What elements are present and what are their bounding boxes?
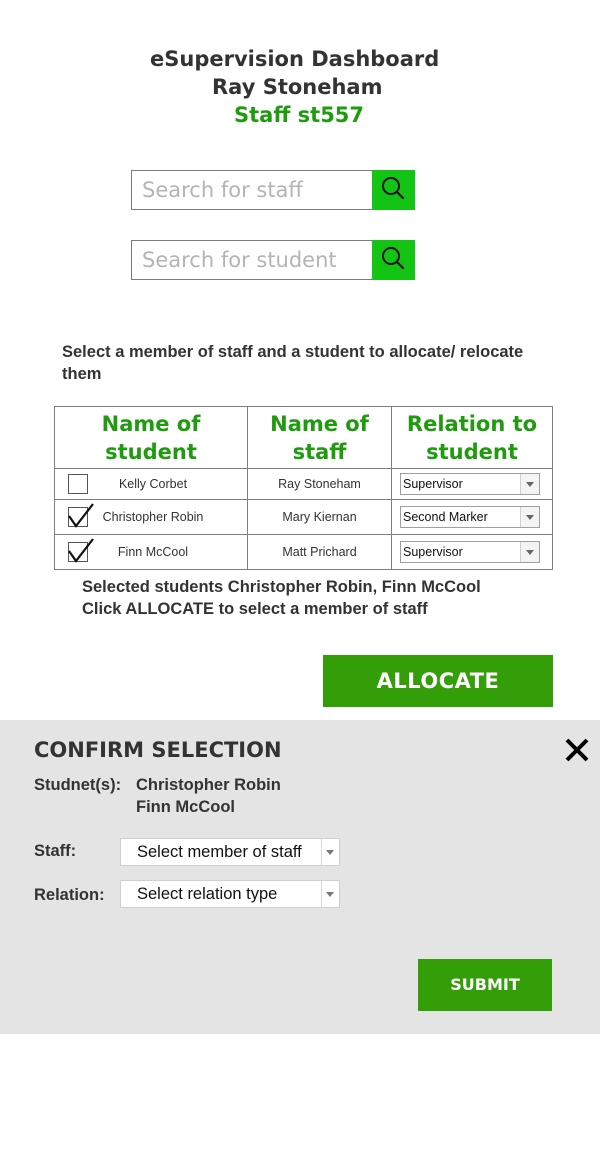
relation-value: Second Marker bbox=[403, 510, 488, 524]
dashboard-title: eSupervision Dashboard bbox=[150, 47, 440, 71]
relation-select[interactable]: Supervisor bbox=[400, 473, 540, 495]
search-icon bbox=[382, 177, 405, 200]
row-checkbox[interactable] bbox=[68, 474, 88, 494]
search-student-input[interactable] bbox=[132, 241, 372, 279]
staff-label: Staff: bbox=[34, 842, 77, 860]
search-staff-button[interactable] bbox=[372, 170, 415, 210]
relation-cell: Supervisor bbox=[391, 468, 553, 500]
staff-name: Matt Prichard bbox=[247, 534, 392, 570]
checkmark-icon bbox=[68, 538, 94, 563]
close-icon[interactable] bbox=[563, 736, 591, 764]
allocation-table: Name of student Name of staff Relation t… bbox=[54, 406, 553, 570]
row-checkbox[interactable] bbox=[68, 503, 94, 528]
table-row: Christopher Robin Mary Kiernan Second Ma… bbox=[54, 499, 553, 535]
chevron-down-icon bbox=[520, 542, 539, 562]
relation-select[interactable]: Supervisor bbox=[400, 541, 540, 563]
staff-id: Staff st557 bbox=[234, 103, 365, 127]
search-icon bbox=[382, 247, 405, 270]
student-cell: Finn McCool bbox=[54, 534, 248, 570]
checkmark-icon bbox=[68, 503, 94, 528]
confirm-title: CONFIRM SELECTION bbox=[34, 738, 282, 762]
search-staff-box bbox=[131, 170, 415, 210]
table-row: Kelly Corbet Ray Stoneham Supervisor bbox=[54, 468, 553, 500]
selected-student: Finn McCool bbox=[136, 798, 235, 816]
search-student-button[interactable] bbox=[372, 240, 415, 280]
confirm-panel: CONFIRM SELECTION Studnet(s): Christophe… bbox=[0, 720, 600, 1034]
allocate-hint-text: Click ALLOCATE to select a member of sta… bbox=[82, 600, 428, 618]
search-student-box bbox=[131, 240, 415, 280]
student-cell: Christopher Robin bbox=[54, 499, 248, 535]
relation-value: Supervisor bbox=[403, 477, 463, 491]
header-staff: Name of staff bbox=[247, 406, 392, 469]
students-label: Studnet(s): bbox=[34, 776, 122, 794]
relation-value: Supervisor bbox=[403, 545, 463, 559]
staff-name: Mary Kiernan bbox=[247, 499, 392, 535]
allocate-button[interactable]: ALLOCATE bbox=[323, 655, 553, 707]
staff-name: Ray Stoneham bbox=[247, 468, 392, 500]
relation-type-select[interactable]: Select relation type bbox=[120, 880, 340, 908]
student-cell: Kelly Corbet bbox=[54, 468, 248, 500]
chevron-down-icon bbox=[321, 881, 339, 907]
row-checkbox[interactable] bbox=[68, 538, 94, 563]
selection-info: Selected students Christopher Robin, Fin… bbox=[82, 576, 552, 620]
search-staff-input[interactable] bbox=[132, 171, 372, 209]
relation-select[interactable]: Second Marker bbox=[400, 506, 540, 528]
chevron-down-icon bbox=[321, 839, 339, 865]
staff-select-value: Select member of staff bbox=[137, 843, 302, 861]
relation-label: Relation: bbox=[34, 886, 105, 904]
relation-cell: Second Marker bbox=[391, 499, 553, 535]
selected-students-text: Selected students Christopher Robin, Fin… bbox=[82, 578, 481, 596]
instructions-text: Select a member of staff and a student t… bbox=[62, 343, 524, 383]
chevron-down-icon bbox=[520, 474, 539, 494]
header-student: Name of student bbox=[54, 406, 248, 469]
chevron-down-icon bbox=[520, 507, 539, 527]
relation-select-value: Select relation type bbox=[137, 885, 278, 903]
table-row: Finn McCool Matt Prichard Supervisor bbox=[54, 534, 553, 570]
selected-student: Christopher Robin bbox=[136, 776, 281, 794]
relation-cell: Supervisor bbox=[391, 534, 553, 570]
header-relation: Relation to student bbox=[391, 406, 553, 469]
user-name: Ray Stoneham bbox=[212, 75, 383, 99]
staff-select[interactable]: Select member of staff bbox=[120, 838, 340, 866]
submit-button[interactable]: SUBMIT bbox=[418, 959, 552, 1011]
